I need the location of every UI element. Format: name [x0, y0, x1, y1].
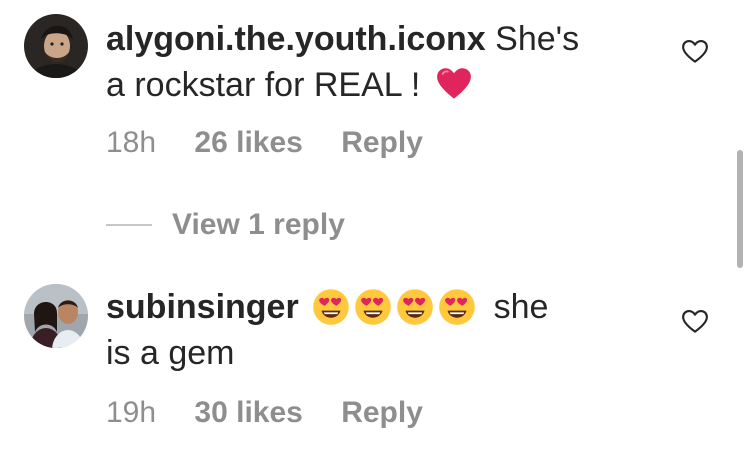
replies-divider-line	[106, 224, 152, 226]
reply-button[interactable]: Reply	[341, 396, 423, 429]
comment-text: subinsinger she is a gem	[106, 284, 666, 376]
avatar[interactable]	[24, 284, 88, 348]
scrollbar[interactable]	[737, 150, 743, 268]
comment-meta: 18h 26 likes Reply	[106, 126, 453, 160]
avatar[interactable]	[24, 14, 88, 78]
comment-likes-count[interactable]: 30 likes	[194, 396, 302, 429]
comment-username[interactable]: alygoni.the.youth.iconx	[106, 20, 486, 58]
heart-eyes-emoji-icon	[439, 289, 475, 325]
heart-eyes-emoji-icon	[355, 289, 391, 325]
comment-text: alygoni.the.youth.iconx She's a rockstar…	[106, 16, 666, 108]
comment-likes-count[interactable]: 26 likes	[194, 126, 302, 159]
view-replies-label[interactable]: View 1 reply	[172, 208, 345, 242]
red-heart-emoji-icon	[436, 68, 471, 99]
heart-outline-icon[interactable]	[680, 36, 710, 66]
comment-body-line2: a rockstar for REAL !	[106, 66, 421, 104]
heart-eyes-emoji-icon	[313, 289, 349, 325]
view-replies-button[interactable]: View 1 reply	[106, 202, 345, 248]
avatar-photo	[24, 284, 88, 348]
heart-eyes-emoji-icon	[397, 289, 433, 325]
comment-username[interactable]: subinsinger	[106, 288, 299, 326]
heart-outline-icon[interactable]	[680, 306, 710, 336]
comment-body-line2: is a gem	[106, 334, 235, 372]
comment-meta: 19h 30 likes Reply	[106, 396, 453, 430]
comment-body-line1: she	[493, 288, 549, 326]
comment-body-line1: She's	[495, 20, 580, 58]
comment-timestamp: 18h	[106, 126, 157, 159]
reply-button[interactable]: Reply	[341, 126, 423, 159]
avatar-photo	[24, 14, 88, 78]
comment-timestamp: 19h	[106, 396, 157, 429]
